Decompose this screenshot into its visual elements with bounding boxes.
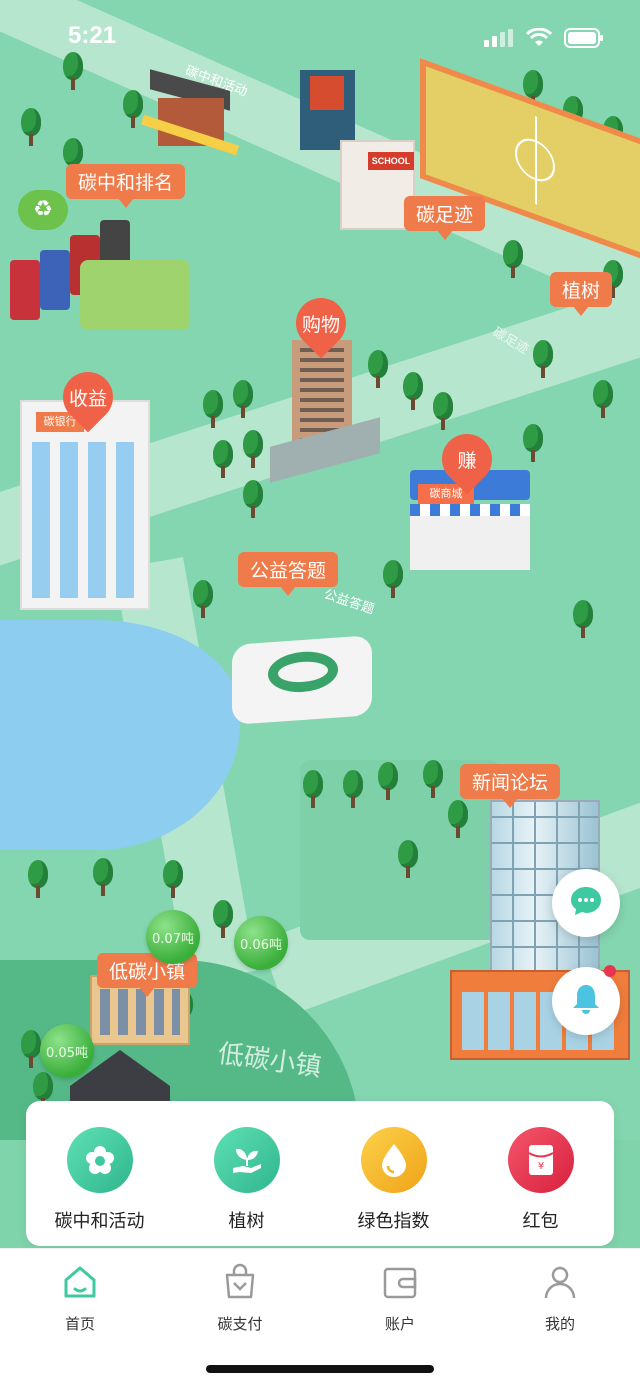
signal-icon [484, 29, 514, 51]
status-bar: 5:21 [0, 0, 640, 72]
svg-text:¥: ¥ [537, 1161, 543, 1172]
quick-carbon-activity[interactable]: 碳中和活动 [26, 1101, 173, 1246]
wallet-icon [381, 1263, 419, 1305]
home-icon [61, 1263, 99, 1305]
battery-icon [564, 28, 604, 52]
pin-shopping[interactable]: 购物 [285, 287, 357, 359]
tag-news-forum[interactable]: 新闻论坛 [460, 764, 561, 808]
carbon-bank: 碳银行 [20, 400, 150, 610]
home-indicator [206, 1365, 434, 1373]
quick-label: 植树 [228, 1211, 265, 1232]
sprout-hand-icon [213, 1127, 280, 1193]
quick-label: 红包 [522, 1211, 559, 1232]
status-time: 5:21 [68, 22, 117, 49]
school-building: SCHOOL [300, 70, 420, 240]
tag-quiz[interactable]: 公益答题 [238, 552, 339, 596]
tab-home[interactable]: 首页 [0, 1249, 160, 1349]
notification-fab[interactable] [552, 965, 620, 1035]
quick-actions-panel: 碳中和活动 植树 绿色指数 ¥ 红包 [26, 1101, 614, 1246]
user-icon [541, 1263, 579, 1305]
tab-label: 我的 [544, 1315, 575, 1333]
tab-mine[interactable]: 我的 [480, 1249, 640, 1349]
carbon-bubble[interactable]: 0.05吨 [40, 1024, 94, 1078]
quick-label: 碳中和活动 [54, 1211, 145, 1232]
drop-icon [360, 1127, 427, 1193]
tag-carbon-footprint[interactable]: 碳足迹 [404, 196, 486, 240]
tab-label: 首页 [64, 1315, 95, 1333]
carbon-bubble[interactable]: 0.06吨 [234, 916, 288, 970]
carbon-town-map[interactable]: ♻ 碳中和活动 SCHOOL 碳银行 碳商城 公益答题 低碳小镇 碳足迹 碳中和… [0, 0, 640, 1140]
tab-label: 碳支付 [217, 1315, 263, 1333]
recycle-station: ♻ [10, 190, 190, 330]
quick-label: 绿色指数 [357, 1211, 430, 1232]
tab-carbon-pay[interactable]: 碳支付 [160, 1249, 320, 1349]
tag-plant-tree[interactable]: 植树 [550, 272, 613, 316]
bottom-tab-bar: 首页 碳支付 账户 我的 [0, 1248, 640, 1385]
quick-red-packet[interactable]: ¥ 红包 [467, 1101, 614, 1246]
chat-fab[interactable] [552, 869, 620, 937]
quiz-board: 公益答题 [321, 587, 377, 618]
quick-green-index[interactable]: 绿色指数 [320, 1101, 467, 1246]
quick-plant-tree[interactable]: 植树 [173, 1101, 320, 1246]
pin-earn[interactable]: 赚 [431, 423, 503, 495]
wifi-icon [525, 27, 553, 52]
carbon-bubble[interactable]: 0.07吨 [146, 910, 200, 964]
pin-income[interactable]: 收益 [52, 361, 124, 433]
notification-dot [604, 965, 616, 977]
shopping-bag-icon [221, 1263, 259, 1305]
shopping-tower [270, 340, 380, 483]
bell-icon [570, 982, 602, 1020]
quiz-platform [232, 635, 372, 725]
tab-label: 账户 [384, 1315, 415, 1333]
red-packet-icon: ¥ [507, 1127, 574, 1193]
tab-account[interactable]: 账户 [320, 1249, 480, 1349]
chat-bubble-icon [569, 885, 603, 921]
flower-icon [66, 1127, 133, 1193]
tag-carbon-ranking[interactable]: 碳中和排名 [66, 164, 186, 208]
